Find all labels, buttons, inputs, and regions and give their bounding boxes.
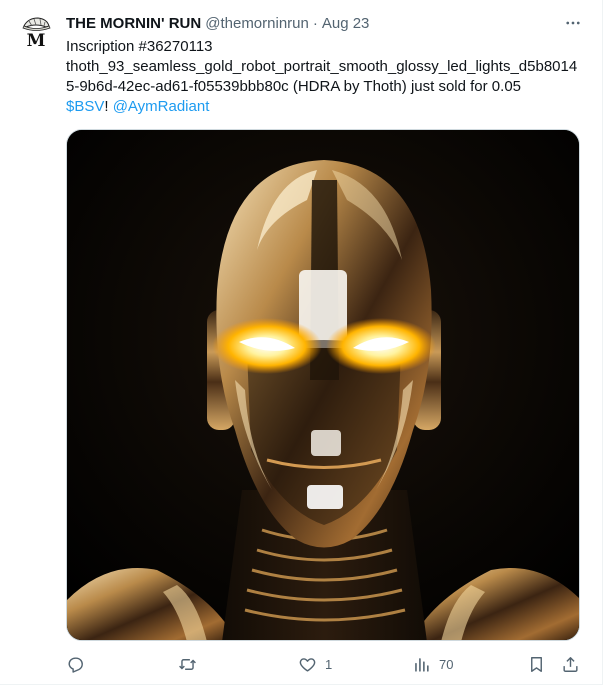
avatar-logo-icon: M: [16, 12, 56, 52]
reply-icon: [68, 656, 83, 673]
tweet-media[interactable]: [66, 129, 580, 641]
retweet-icon: [179, 658, 196, 670]
heart-icon: [299, 657, 316, 672]
tweet-actions: 1 70: [66, 652, 582, 676]
share-button[interactable]: [561, 652, 580, 676]
author-handle[interactable]: @themorninrun: [205, 15, 309, 32]
views-icon: [415, 657, 429, 672]
tweet-text-line-3: 5-9b6d-42ec-ad61-f05539bbb80c (HDRA by T…: [66, 78, 522, 95]
bookmark-icon: [531, 656, 542, 672]
author-name[interactable]: THE MORNIN' RUN: [66, 15, 201, 32]
share-icon: [563, 656, 578, 672]
views-count: 70: [439, 656, 454, 672]
svg-text:M: M: [27, 31, 46, 51]
views-button[interactable]: 70: [412, 652, 453, 676]
tweet-text: Inscription #36270113 thoth_93_seamless_…: [66, 37, 586, 117]
tweet-text-line-4: $BSV! @AymRadiant: [66, 97, 586, 117]
tweet-card[interactable]: M THE MORNIN' RUN @themorninrun · Aug 23…: [0, 0, 603, 685]
mention-link[interactable]: @AymRadiant: [113, 98, 210, 115]
tweet-header: THE MORNIN' RUN @themorninrun · Aug 23: [66, 13, 369, 33]
cashtag-link[interactable]: $BSV: [66, 98, 104, 115]
retweet-button[interactable]: [178, 652, 197, 676]
bookmark-button[interactable]: [527, 652, 546, 676]
header-separator: ·: [312, 14, 318, 32]
like-count: 1: [325, 656, 333, 672]
reply-button[interactable]: [66, 652, 85, 676]
gold-robot-portrait-image: [67, 130, 579, 640]
author-avatar[interactable]: M: [16, 12, 56, 52]
exclaim-text: !: [104, 98, 113, 115]
like-button[interactable]: 1: [298, 652, 332, 676]
tweet-text-line-2: thoth_93_seamless_gold_robot_portrait_sm…: [66, 58, 578, 75]
tweet-date[interactable]: Aug 23: [322, 15, 370, 32]
more-options-button[interactable]: [562, 12, 584, 34]
more-icon: [566, 21, 580, 25]
tweet-text-line-1: Inscription #36270113: [66, 38, 213, 55]
